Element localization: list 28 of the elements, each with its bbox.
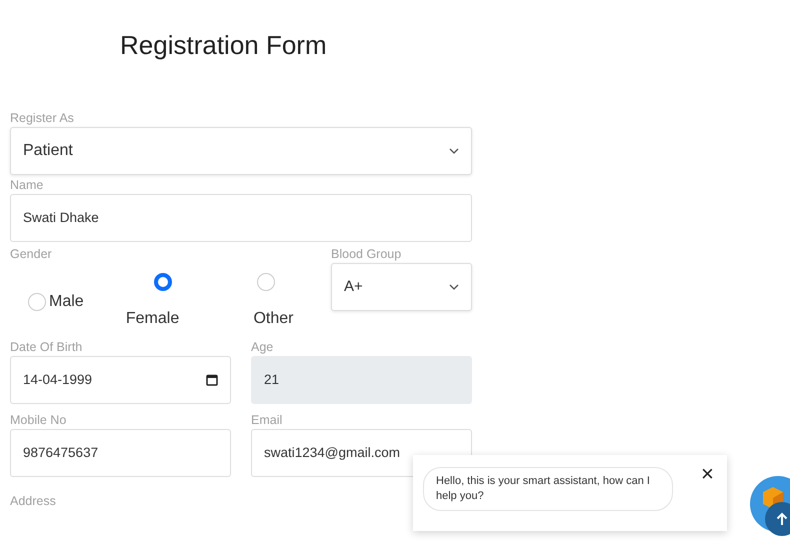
calendar-icon[interactable] (206, 374, 218, 386)
field-label: Blood Group (331, 246, 402, 263)
field-label: Age (251, 339, 274, 356)
chevron-icon (449, 148, 459, 154)
arrow-up-icon (776, 512, 788, 526)
blood-group-select[interactable]: A+ (331, 263, 472, 311)
name-field[interactable]: Swati Dhake (10, 194, 472, 242)
mobile-field[interactable]: 9876475637 (10, 429, 231, 477)
close-button[interactable]: × (701, 463, 714, 485)
radio-button[interactable] (28, 293, 46, 311)
field-label: Mobile No (10, 412, 66, 429)
field-label: Name (10, 177, 44, 194)
radio-label[interactable]: Other (253, 307, 294, 331)
radio-label[interactable]: Male (49, 290, 84, 314)
chat-message: Hello, this is your smart assistant, how can I help you? (423, 467, 673, 511)
radio-button[interactable] (154, 273, 172, 291)
field-label: Date Of Birth (10, 339, 82, 356)
date-of-birth-field[interactable]: 14-04-1999 (10, 356, 231, 404)
scroll-top-button[interactable] (765, 502, 790, 536)
field-label: Address (10, 493, 56, 510)
radio-button[interactable] (257, 273, 276, 291)
register-as-select[interactable]: Patient (10, 127, 472, 175)
chevron-icon (449, 284, 459, 290)
form-title: Registration Form (119, 29, 328, 62)
field-label: Gender (10, 246, 52, 263)
field-label: Email (251, 412, 282, 429)
field-label: Register As (10, 110, 74, 127)
radio-label[interactable]: Female (126, 307, 180, 331)
